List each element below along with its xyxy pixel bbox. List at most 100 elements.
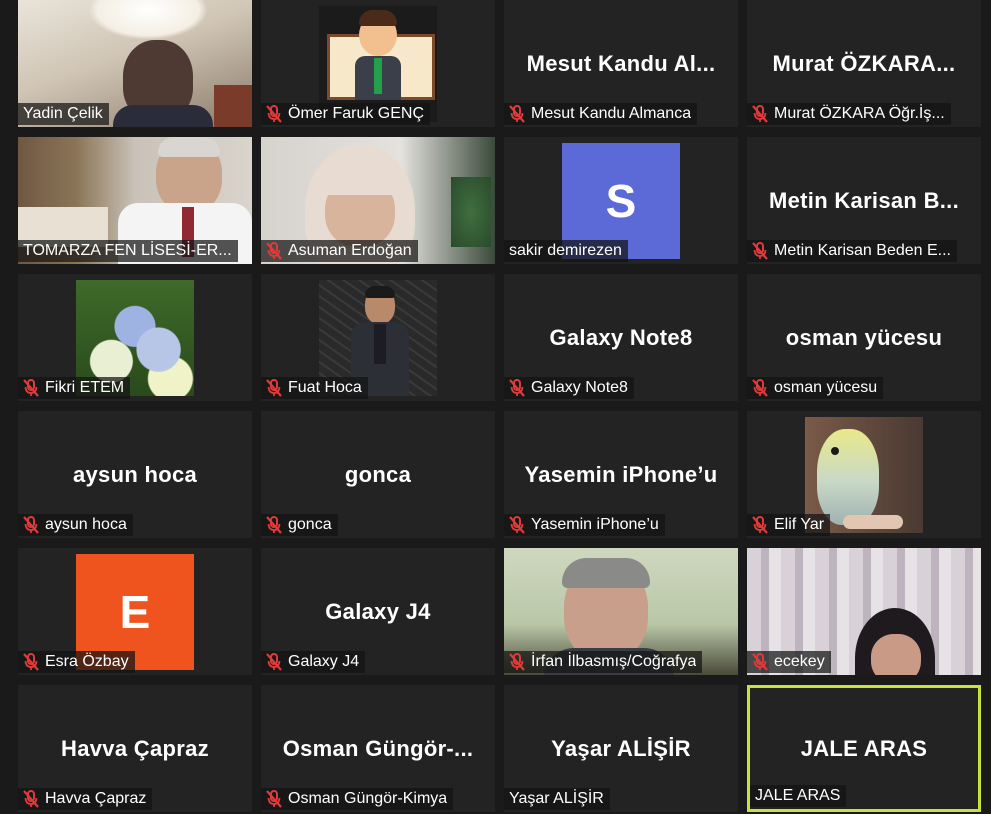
participant-tile[interactable]: Galaxy J4 Galaxy J4 <box>261 548 495 675</box>
participant-name: Yasemin iPhone’u <box>531 516 659 533</box>
participant-display-name: Osman Güngör-... <box>282 735 474 761</box>
participant-tile[interactable]: Murat ÖZKARA... Murat ÖZKARA Öğr.İş... <box>747 0 981 127</box>
participant-display-name: Havva Çapraz <box>61 735 209 761</box>
muted-mic-icon <box>23 516 39 534</box>
muted-mic-icon <box>23 790 39 808</box>
participant-name-label: Havva Çapraz <box>18 788 153 810</box>
participant-name: Fikri ETEM <box>45 379 125 396</box>
participant-name: Asuman Erdoğan <box>288 242 412 259</box>
participant-tile[interactable]: Yaşar ALİŞİR Yaşar ALİŞİR <box>504 685 738 812</box>
participant-tile[interactable]: Osman Güngör-... Osman Güngör-Kimya <box>261 685 495 812</box>
participant-name: Murat ÖZKARA Öğr.İş... <box>774 105 945 122</box>
participant-tile[interactable]: TOMARZA FEN LİSESİ-ER... <box>18 137 252 264</box>
participant-name-label: Esra Özbay <box>18 651 135 673</box>
participant-name-label: Ömer Faruk GENÇ <box>261 103 431 125</box>
participant-tile[interactable]: Galaxy Note8 Galaxy Note8 <box>504 274 738 401</box>
participant-name: Galaxy Note8 <box>531 379 628 396</box>
participant-name-label: Galaxy J4 <box>261 651 366 673</box>
participant-name-label: Murat ÖZKARA Öğr.İş... <box>747 103 951 125</box>
participant-name: Fuat Hoca <box>288 379 362 396</box>
participant-name-label: Metin Karisan Beden E... <box>747 240 957 262</box>
participant-name-label: Asuman Erdoğan <box>261 240 418 262</box>
participant-name: ecekey <box>774 653 825 670</box>
participant-tile[interactable]: Fikri ETEM <box>18 274 252 401</box>
participant-display-name: Yaşar ALİŞİR <box>551 735 691 761</box>
participant-tile[interactable]: Ssakir demirezen <box>504 137 738 264</box>
participant-name-label: TOMARZA FEN LİSESİ-ER... <box>18 240 238 262</box>
muted-mic-icon <box>509 516 525 534</box>
participant-name: İrfan İlbasmış/Coğrafya <box>531 653 697 670</box>
muted-mic-icon <box>752 379 768 397</box>
participant-name: sakir demirezen <box>509 242 622 259</box>
muted-mic-icon <box>752 242 768 260</box>
participant-name-label: Fikri ETEM <box>18 377 131 399</box>
participant-tile[interactable]: JALE ARAS JALE ARAS <box>747 685 981 812</box>
participant-display-name: Galaxy Note8 <box>549 324 693 350</box>
participant-name-label: İrfan İlbasmış/Coğrafya <box>504 651 703 673</box>
participant-display-name: gonca <box>344 461 412 487</box>
muted-mic-icon <box>266 653 282 671</box>
participant-display-name: Yasemin iPhone’u <box>524 461 718 487</box>
muted-mic-icon <box>266 242 282 260</box>
participant-name-label: Galaxy Note8 <box>504 377 634 399</box>
participant-tile[interactable]: aysun hoca aysun hoca <box>18 411 252 538</box>
participant-name: osman yücesu <box>774 379 878 396</box>
participant-name-label: gonca <box>261 514 338 536</box>
muted-mic-icon <box>752 105 768 123</box>
participant-name-label: ecekey <box>747 651 831 673</box>
participant-tile[interactable]: osman yücesu osman yücesu <box>747 274 981 401</box>
participant-name: Mesut Kandu Almanca <box>531 105 692 122</box>
participant-name-label: Mesut Kandu Almanca <box>504 103 698 125</box>
participant-name: Ömer Faruk GENÇ <box>288 105 425 122</box>
participant-tile[interactable]: gonca gonca <box>261 411 495 538</box>
participant-name-label: Fuat Hoca <box>261 377 368 399</box>
participant-tile[interactable]: Mesut Kandu Al... Mesut Kandu Almanca <box>504 0 738 127</box>
muted-mic-icon <box>509 653 525 671</box>
participant-name-label: Yaşar ALİŞİR <box>504 788 610 810</box>
participant-name-label: aysun hoca <box>18 514 133 536</box>
gallery-grid: Yadin Çelik Ömer Faruk GENÇ Mesut Kandu Al… <box>18 0 981 814</box>
participant-tile[interactable]: Yadin Çelik <box>18 0 252 127</box>
participant-name: Havva Çapraz <box>45 790 147 807</box>
participant-name: Galaxy J4 <box>288 653 360 670</box>
participant-tile[interactable]: Metin Karisan B... Metin Karisan Beden E.… <box>747 137 981 264</box>
participant-name: Esra Özbay <box>45 653 129 670</box>
muted-mic-icon <box>266 379 282 397</box>
participant-name-label: osman yücesu <box>747 377 884 399</box>
participant-name: Osman Güngör-Kimya <box>288 790 448 807</box>
participant-name-label: Yasemin iPhone’u <box>504 514 665 536</box>
participant-tile[interactable]: E Esra Özbay <box>18 548 252 675</box>
participant-name: Yaşar ALİŞİR <box>509 790 604 807</box>
participant-display-name: Mesut Kandu Al... <box>526 50 716 76</box>
participant-name: aysun hoca <box>45 516 127 533</box>
muted-mic-icon <box>23 653 39 671</box>
participant-name-label: Elif Yar <box>747 514 831 536</box>
participant-display-name: osman yücesu <box>785 324 943 350</box>
participant-tile[interactable]: Fuat Hoca <box>261 274 495 401</box>
muted-mic-icon <box>23 379 39 397</box>
participant-name-label: Yadin Çelik <box>18 103 109 125</box>
participant-display-name: JALE ARAS <box>800 735 928 761</box>
participant-tile[interactable]: Ömer Faruk GENÇ <box>261 0 495 127</box>
muted-mic-icon <box>266 516 282 534</box>
participant-display-name: Murat ÖZKARA... <box>772 50 956 76</box>
muted-mic-icon <box>266 105 282 123</box>
participant-name: Yadin Çelik <box>23 105 103 122</box>
participant-tile[interactable]: Yasemin iPhone’u Yasemin iPhone’u <box>504 411 738 538</box>
participant-display-name: Metin Karisan B... <box>769 187 959 213</box>
participant-name: Metin Karisan Beden E... <box>774 242 951 259</box>
participant-tile[interactable]: İrfan İlbasmış/Coğrafya <box>504 548 738 675</box>
participant-tile[interactable]: Elif Yar <box>747 411 981 538</box>
participant-name: TOMARZA FEN LİSESİ-ER... <box>23 242 232 259</box>
participant-name-label: sakir demirezen <box>504 240 628 262</box>
participant-display-name: Galaxy J4 <box>325 598 431 624</box>
participant-name: gonca <box>288 516 332 533</box>
participant-tile[interactable]: ecekey <box>747 548 981 675</box>
participant-name-label: Osman Güngör-Kimya <box>261 788 454 810</box>
muted-mic-icon <box>752 516 768 534</box>
muted-mic-icon <box>266 790 282 808</box>
participant-tile[interactable]: Asuman Erdoğan <box>261 137 495 264</box>
participant-name: Elif Yar <box>774 516 825 533</box>
muted-mic-icon <box>752 653 768 671</box>
participant-tile[interactable]: Havva Çapraz Havva Çapraz <box>18 685 252 812</box>
